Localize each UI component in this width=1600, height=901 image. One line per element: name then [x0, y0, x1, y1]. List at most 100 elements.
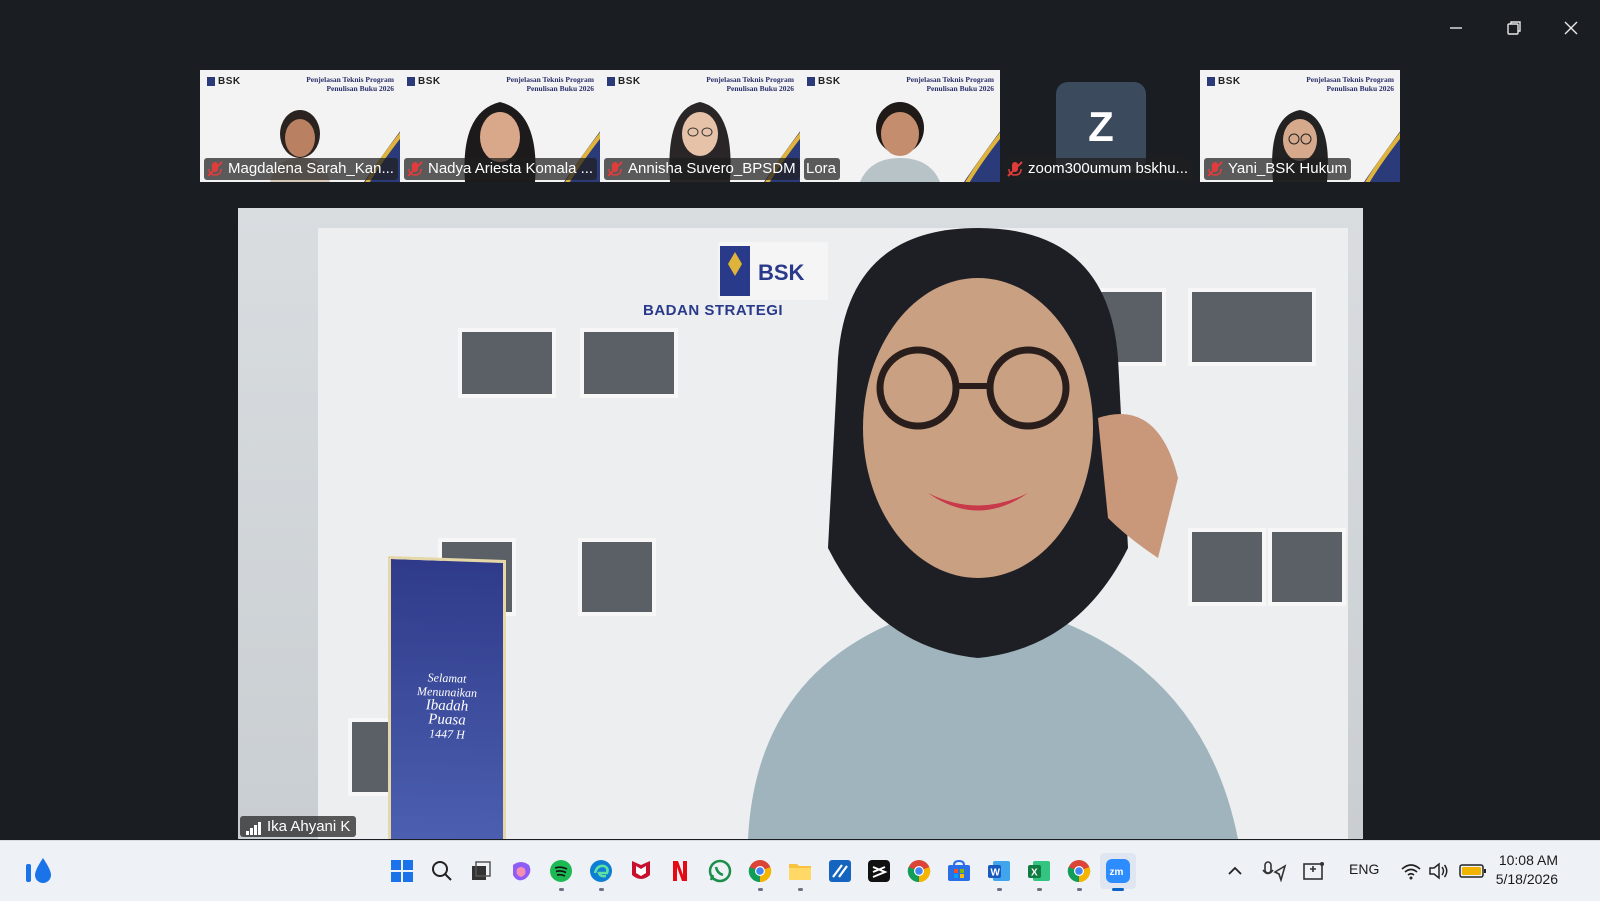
whatsapp-button[interactable] — [702, 853, 738, 889]
mic-muted-icon — [207, 161, 223, 177]
building-window — [458, 328, 556, 398]
restore-icon — [1507, 21, 1521, 35]
file-explorer-icon — [789, 864, 811, 880]
chrome-profile-icon — [907, 860, 931, 883]
chrome-alt-button[interactable] — [1061, 853, 1097, 891]
remote-app-button[interactable] — [822, 853, 858, 889]
slide-logo: BSK — [807, 76, 841, 87]
task-view-icon — [472, 861, 491, 880]
microsoft-store-button[interactable] — [941, 853, 977, 889]
mic-muted-icon — [607, 161, 623, 177]
excel-button[interactable]: X — [1021, 853, 1057, 891]
word-icon: W — [988, 861, 1010, 881]
minimize-button[interactable] — [1438, 14, 1474, 42]
volume-icon — [1429, 862, 1448, 880]
ramadan-banner: Selamat Menunaikan Ibadah Puasa 1447 H — [388, 555, 506, 839]
whatsapp-icon — [708, 859, 732, 883]
slide-logo: BSK — [1207, 76, 1241, 87]
screen-snip-icon — [1303, 862, 1324, 880]
slide-title: Penjelasan Teknis Program Penulisan Buku … — [306, 75, 394, 93]
show-hidden-icons-button[interactable] — [1217, 853, 1253, 889]
search-button[interactable] — [424, 853, 460, 889]
task-view-button[interactable] — [463, 853, 499, 889]
restore-button[interactable] — [1496, 14, 1532, 42]
remote-icon — [829, 860, 851, 882]
participant-tile[interactable]: BSK Penjelasan Teknis Program Penulisan B… — [600, 70, 800, 182]
close-button[interactable] — [1553, 14, 1589, 42]
active-speaker-name-tag: Ika Ahyani K — [240, 816, 357, 837]
search-icon — [432, 861, 452, 881]
mic-muted-icon — [407, 161, 423, 177]
edge-icon — [590, 860, 612, 882]
volume-button[interactable] — [1421, 853, 1457, 889]
mic-tray-button[interactable] — [1256, 853, 1292, 889]
slide-title: Penjelasan Teknis Program Penulisan Buku … — [1306, 75, 1394, 93]
battery-icon — [1459, 864, 1486, 878]
minimize-icon — [1450, 27, 1462, 29]
running-indicator — [758, 888, 763, 891]
participant-tile[interactable]: BSK Penjelasan Teknis Program Penulisan B… — [400, 70, 600, 182]
running-indicator — [997, 888, 1002, 891]
running-indicator — [559, 888, 564, 891]
close-icon — [1564, 21, 1578, 35]
chrome-alt-icon — [1067, 860, 1091, 883]
participant-tile[interactable]: Z zoom300umum bskhu... — [1000, 70, 1200, 182]
taskbar: W X zm ENG 10:08 AM 5/18/2026 — [0, 840, 1600, 901]
netflix-button[interactable] — [662, 853, 698, 889]
svg-text:X: X — [1031, 868, 1038, 879]
svg-text:zm: zm — [1110, 867, 1124, 878]
screen-capture-tray-button[interactable] — [1296, 853, 1332, 889]
wifi-icon — [1401, 864, 1421, 880]
start-button[interactable] — [384, 853, 420, 889]
edge-button[interactable] — [583, 853, 619, 891]
excel-icon: X — [1028, 861, 1050, 881]
microphone-location-icon — [1262, 861, 1287, 882]
weather-widget[interactable] — [22, 853, 58, 889]
svg-text:W: W — [991, 868, 1001, 879]
zoom-icon: zm — [1106, 859, 1130, 883]
chrome-button[interactable] — [742, 853, 778, 891]
active-speaker-video[interactable]: BSK BADAN STRATEGI Selamat Menunaikan Ib… — [238, 208, 1363, 839]
speaker-person — [748, 228, 1238, 839]
word-button[interactable]: W — [981, 853, 1017, 891]
taskbar-clock[interactable]: 10:08 AM 5/18/2026 — [1496, 851, 1558, 889]
battery-button[interactable] — [1455, 853, 1491, 889]
microsoft-store-icon — [948, 860, 970, 881]
slide-logo: BSK — [207, 76, 241, 87]
clock-date: 5/18/2026 — [1495, 871, 1558, 887]
running-indicator — [798, 888, 803, 891]
building-window — [578, 538, 656, 616]
spotify-button[interactable] — [543, 853, 579, 891]
mic-muted-icon — [1207, 161, 1223, 177]
banner-text: 1447 H — [429, 726, 465, 742]
input-language[interactable]: ENG — [1349, 861, 1379, 877]
spotify-icon — [550, 860, 572, 882]
participant-name-tag: zoom300umum bskhu... — [1004, 158, 1193, 180]
zoom-button[interactable]: zm — [1100, 853, 1136, 891]
active-app-indicator — [1112, 888, 1124, 891]
copilot-icon — [513, 862, 531, 881]
participant-name-tag: Yani_BSK Hukum — [1204, 158, 1351, 180]
participant-name-tag: Lora — [804, 158, 841, 180]
copilot-button[interactable] — [503, 853, 539, 889]
slide-swoosh — [964, 131, 1000, 182]
capcut-button[interactable] — [861, 853, 897, 889]
chevron-up-icon — [1228, 866, 1242, 875]
slide-swoosh — [1364, 131, 1400, 182]
participant-name-tag: Nadya Ariesta Komala ... — [404, 158, 598, 180]
start-icon — [391, 860, 413, 882]
running-indicator — [1077, 888, 1082, 891]
participant-tile[interactable]: BSK Penjelasan Teknis Program Penulisan B… — [1200, 70, 1400, 182]
file-explorer-button[interactable] — [782, 853, 818, 891]
participant-name-tag: Annisha Suvero_BPSDM — [604, 158, 800, 180]
slide-logo: BSK — [407, 76, 441, 87]
capcut-icon — [868, 860, 890, 882]
participant-tile[interactable]: BSK Penjelasan Teknis Program Penulisan B… — [200, 70, 400, 182]
mcafee-button[interactable] — [623, 853, 659, 889]
participant-video — [860, 102, 940, 182]
participant-strip: BSK Penjelasan Teknis Program Penulisan B… — [200, 70, 1400, 182]
slide-title: Penjelasan Teknis Program Penulisan Buku … — [906, 75, 994, 93]
participant-tile[interactable]: BSK Penjelasan Teknis Program Penulisan B… — [800, 70, 1000, 182]
chrome-profile-button[interactable] — [901, 853, 937, 889]
mcafee-icon — [632, 861, 650, 879]
